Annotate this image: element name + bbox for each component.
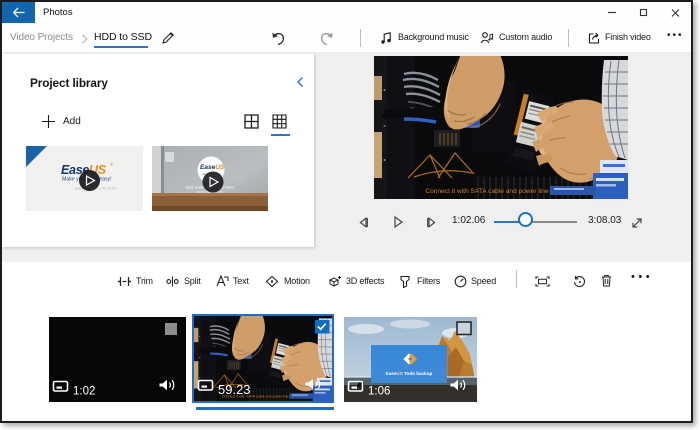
svg-text:59.23: 59.23 [218, 382, 251, 397]
svg-text:Connect it with SATA cable and: Connect it with SATA cable and power lin… [425, 188, 549, 195]
svg-text:EaseUS: EaseUS [200, 164, 225, 171]
svg-text:1:02: 1:02 [73, 386, 95, 398]
svg-text:1:06: 1:06 [368, 386, 390, 398]
svg-text:EaseUS Todo backup: EaseUS Todo backup [386, 371, 433, 376]
